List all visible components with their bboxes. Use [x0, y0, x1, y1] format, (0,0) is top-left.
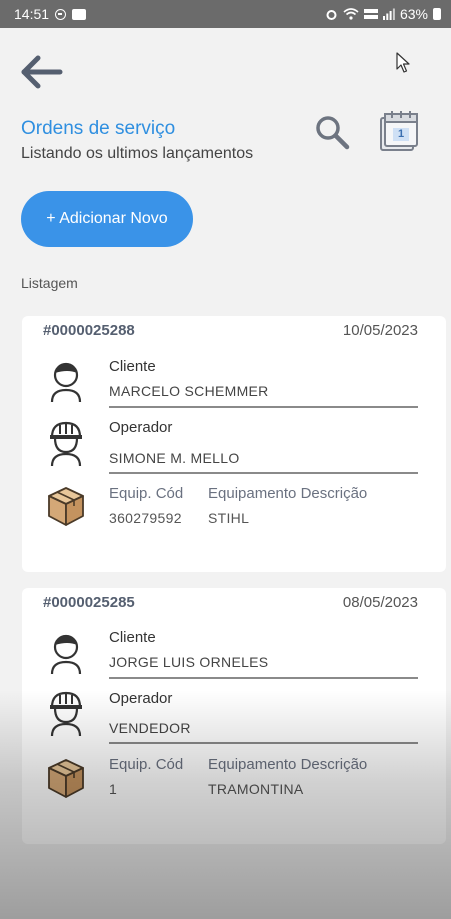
order-card[interactable]: #0000025288 10/05/2023 Cliente MARCELO S…	[22, 316, 446, 572]
battery-icon	[433, 8, 441, 20]
calendar-day: 1	[398, 128, 405, 140]
client-underline	[109, 406, 418, 408]
equip-code-value: 360279592	[109, 510, 182, 526]
order-number: #0000025285	[43, 594, 135, 611]
equip-code-label: Equip. Cód	[109, 756, 184, 773]
operator-underline	[109, 472, 418, 474]
equip-desc-label: Equipamento Descrição	[208, 485, 368, 502]
battery-percent: 63%	[399, 6, 428, 22]
list-label: Listagem	[21, 275, 78, 291]
operator-label: Operador	[109, 690, 173, 707]
alarm-icon	[326, 9, 337, 20]
add-new-button[interactable]: + Adicionar Novo	[21, 191, 193, 247]
equipment-box-icon	[48, 759, 84, 798]
operator-value: SIMONE M. MELLO	[109, 450, 240, 466]
equipment-box-icon	[48, 487, 84, 526]
equip-desc-label: Equipamento Descrição	[208, 756, 368, 773]
client-label: Cliente	[109, 629, 156, 646]
signal-icon	[382, 8, 395, 20]
page-subtitle: Listando os ultimos lançamentos	[21, 145, 254, 162]
arrow-left-icon[interactable]	[20, 55, 64, 89]
operator-hardhat-icon	[50, 421, 82, 467]
mouse-cursor-icon	[396, 52, 410, 73]
operator-value: VENDEDOR	[109, 720, 191, 736]
volte-icon	[363, 9, 378, 19]
client-underline	[109, 677, 418, 679]
order-date: 08/05/2023	[342, 594, 418, 611]
equip-code-label: Equip. Cód	[109, 485, 184, 502]
calendar-button[interactable]: 1	[378, 110, 420, 152]
do-not-disturb-icon	[55, 8, 67, 20]
client-person-icon	[50, 634, 82, 675]
order-date: 10/05/2023	[342, 322, 418, 339]
equip-desc-value: TRAMONTINA	[208, 781, 304, 797]
client-label: Cliente	[109, 358, 156, 375]
operator-hardhat-icon	[50, 691, 82, 737]
equip-desc-value: STIHL	[208, 510, 250, 526]
gallery-notification-icon	[72, 8, 87, 20]
wifi-icon	[343, 8, 359, 20]
client-value: MARCELO SCHEMMER	[109, 383, 269, 399]
order-card[interactable]: #0000025285 08/05/2023 Cliente JORGE LUI…	[22, 588, 446, 844]
client-value: JORGE LUIS ORNELES	[109, 654, 269, 670]
operator-underline	[109, 742, 418, 744]
operator-label: Operador	[109, 419, 173, 436]
equip-code-value: 1	[109, 781, 118, 797]
status-bar: 14:51 63%	[0, 0, 451, 28]
search-icon[interactable]	[314, 114, 350, 150]
order-number: #0000025288	[43, 322, 135, 339]
status-time: 14:51	[14, 6, 50, 22]
page-title: Ordens de serviço	[21, 118, 176, 139]
client-person-icon	[50, 362, 82, 403]
